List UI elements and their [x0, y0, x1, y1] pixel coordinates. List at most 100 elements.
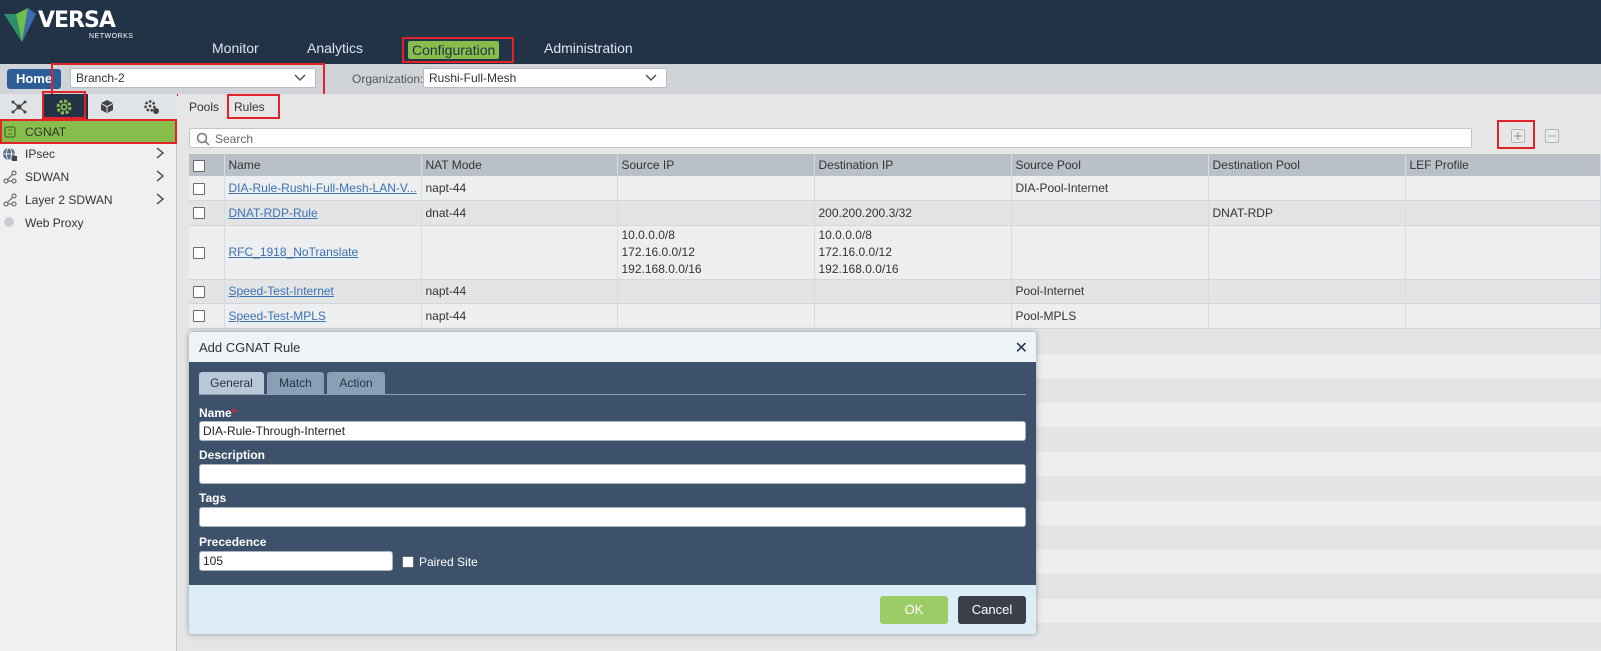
nav-monitor[interactable]: Monitor: [212, 40, 259, 60]
row-checkbox[interactable]: [193, 182, 205, 195]
row-checkbox[interactable]: [193, 207, 205, 220]
sidebar-item-web-proxy[interactable]: Web Proxy: [0, 212, 177, 234]
nav-configuration[interactable]: Configuration: [408, 41, 500, 59]
ok-button[interactable]: OK: [880, 596, 948, 624]
row-checkbox[interactable]: [193, 246, 205, 259]
rule-link[interactable]: Speed-Test-MPLS: [229, 309, 326, 323]
sidebar-item-layer2-sdwan[interactable]: Layer 2 SDWAN: [0, 189, 177, 211]
description-field[interactable]: [199, 464, 1026, 484]
precedence-field[interactable]: 105: [199, 551, 393, 571]
versa-logo-icon: [4, 8, 36, 42]
cell-destination-ip: [814, 279, 1012, 304]
delete-button[interactable]: [1545, 129, 1559, 143]
cell-lef-profile: [1405, 279, 1601, 304]
source-ip-line: 192.168.0.0/16: [621, 261, 702, 276]
rules-table: Name NAT Mode Source IP Destination IP S…: [189, 154, 1601, 329]
cell-lef-profile: [1405, 225, 1601, 280]
col-destination-ip[interactable]: Destination IP: [814, 154, 1012, 176]
nav-administration[interactable]: Administration: [544, 40, 633, 60]
search-icon: [196, 132, 210, 146]
dialog-footer: OK Cancel: [189, 585, 1036, 634]
close-icon[interactable]: ✕: [1015, 338, 1028, 358]
cell-source-ip: 10.0.0.0/8 172.16.0.0/12 192.168.0.0/16: [617, 225, 815, 280]
left-panel: CGNAT IPsec SDWAN Layer 2 SDWAN Web Prox…: [0, 91, 177, 651]
tags-field[interactable]: [199, 507, 1026, 527]
sidebar-item-label: Layer 2 SDWAN: [25, 193, 113, 207]
cell-nat-mode: napt-44: [421, 279, 618, 304]
home-button[interactable]: Home: [7, 69, 61, 89]
tab-objects[interactable]: [88, 94, 132, 120]
sidebar-item-cgnat[interactable]: CGNAT: [0, 121, 177, 143]
col-lef-profile[interactable]: LEF Profile: [1405, 154, 1601, 176]
sidebar-item-label: CGNAT: [25, 125, 67, 139]
sidebar-item-sdwan[interactable]: SDWAN: [0, 166, 177, 188]
cell-source-pool: [1011, 225, 1209, 280]
chevron-right-icon: [156, 193, 165, 205]
rule-link[interactable]: DIA-Rule-Rushi-Full-Mesh-LAN-V...: [229, 181, 417, 195]
tab-match[interactable]: Match: [267, 372, 324, 394]
chevron-down-icon: [294, 74, 306, 82]
cell-source-ip: [617, 303, 815, 329]
col-nat-mode[interactable]: NAT Mode: [421, 154, 618, 176]
row-select-cell: [189, 303, 225, 329]
col-source-pool[interactable]: Source Pool: [1011, 154, 1209, 176]
select-all-checkbox[interactable]: [193, 159, 205, 172]
top-bar: VERSA NETWORKS Monitor Analytics Configu…: [0, 0, 1601, 64]
minus-icon: [1548, 135, 1556, 137]
row-checkbox[interactable]: [193, 285, 205, 298]
col-destination-pool[interactable]: Destination Pool: [1208, 154, 1406, 176]
globe-icon: [3, 147, 17, 161]
tab-networking[interactable]: [0, 94, 44, 120]
cell-source-pool: DIA-Pool-Internet: [1011, 176, 1209, 201]
table-row[interactable]: RFC_1918_NoTranslate 10.0.0.0/8 172.16.0…: [189, 225, 1601, 280]
cube-icon: [101, 100, 113, 113]
col-source-ip[interactable]: Source IP: [617, 154, 815, 176]
description-label: Description: [199, 448, 266, 462]
branch-icon: [3, 193, 17, 207]
add-cgnat-rule-dialog: Add CGNAT Rule ✕ General Match Action Na…: [189, 332, 1036, 634]
tab-divider: [199, 394, 1026, 395]
cell-destination-pool: DNAT-RDP: [1208, 200, 1406, 226]
table-row[interactable]: Speed-Test-MPLS napt-44 Pool-MPLS: [189, 303, 1601, 329]
cell-name: Speed-Test-Internet: [224, 279, 422, 304]
tab-general[interactable]: General: [199, 372, 264, 394]
cell-lef-profile: [1405, 176, 1601, 201]
tab-action[interactable]: Action: [327, 372, 385, 394]
plus-icon: [1514, 132, 1522, 140]
tab-rules[interactable]: Rules: [234, 100, 265, 118]
cell-destination-ip: [814, 303, 1012, 329]
paired-site-checkbox[interactable]: [402, 556, 414, 568]
versa-logo: VERSA NETWORKS: [4, 4, 134, 44]
search-input[interactable]: Search: [215, 132, 253, 146]
cell-name: DIA-Rule-Rushi-Full-Mesh-LAN-V...: [224, 176, 422, 201]
organization-select[interactable]: Rushi-Full-Mesh: [423, 68, 667, 88]
table-row[interactable]: Speed-Test-Internet napt-44 Pool-Interne…: [189, 279, 1601, 304]
row-checkbox[interactable]: [193, 310, 205, 323]
appliance-select[interactable]: Branch-2: [70, 68, 316, 88]
network-icon: [11, 100, 27, 114]
tab-services[interactable]: [44, 94, 88, 120]
add-button[interactable]: [1511, 129, 1525, 143]
table-row[interactable]: DNAT-RDP-Rule dnat-44 200.200.200.3/32 D…: [189, 200, 1601, 226]
sidebar-item-label: Web Proxy: [25, 216, 84, 230]
nav-analytics[interactable]: Analytics: [307, 40, 363, 60]
table-row[interactable]: DIA-Rule-Rushi-Full-Mesh-LAN-V... napt-4…: [189, 176, 1601, 201]
tab-pools[interactable]: Pools: [189, 100, 219, 118]
tab-others[interactable]: [132, 94, 176, 120]
cell-destination-pool: [1208, 279, 1406, 304]
col-name[interactable]: Name: [224, 154, 422, 176]
cell-destination-ip: 10.0.0.0/8 172.16.0.0/12 192.168.0.0/16: [814, 225, 1012, 280]
rule-link[interactable]: Speed-Test-Internet: [229, 284, 334, 298]
rule-link[interactable]: DNAT-RDP-Rule: [229, 206, 318, 220]
cell-nat-mode: dnat-44: [421, 200, 618, 226]
search-box[interactable]: Search: [189, 128, 1472, 148]
tags-label: Tags: [199, 491, 227, 505]
cell-nat-mode: [421, 225, 618, 280]
cancel-button[interactable]: Cancel: [958, 596, 1026, 624]
chevron-right-icon: [156, 147, 165, 159]
source-ip-line: 10.0.0.0/8: [621, 227, 675, 242]
name-field[interactable]: DIA-Rule-Through-Internet: [199, 421, 1026, 441]
rule-link[interactable]: RFC_1918_NoTranslate: [229, 245, 359, 259]
cell-nat-mode: napt-44: [421, 303, 618, 329]
sidebar-item-ipsec[interactable]: IPsec: [0, 143, 177, 165]
